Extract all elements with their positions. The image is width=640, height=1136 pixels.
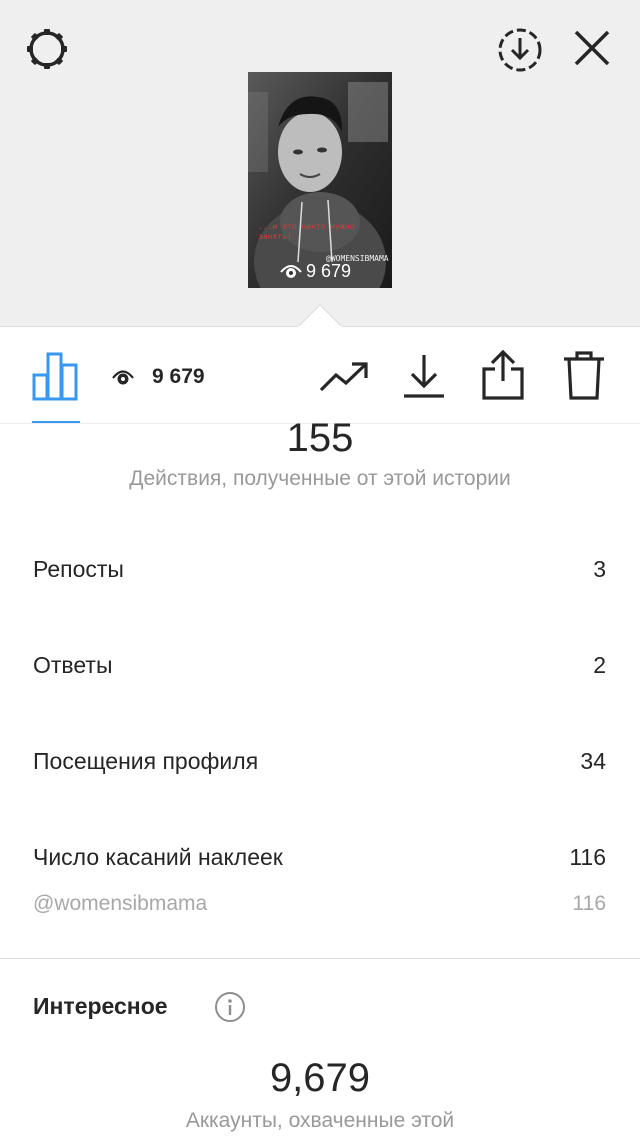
sticker-mention-label[interactable]: @womensibmama	[33, 892, 207, 916]
replies-value: 2	[593, 652, 606, 678]
section-divider	[0, 958, 640, 959]
story-preview-area: ...и это никто нужно занять! @WOMENSIBMA…	[0, 0, 640, 326]
info-icon[interactable]	[214, 991, 246, 1028]
reposts-label: Репосты	[33, 556, 124, 582]
gear-icon[interactable]	[22, 24, 72, 74]
story-thumbnail[interactable]: ...и это никто нужно занять! @WOMENSIBMA…	[248, 72, 392, 288]
story-caption: ...и это никто нужно занять!	[258, 222, 355, 241]
interactions-total: 155	[286, 416, 354, 460]
eye-icon	[280, 265, 302, 278]
views-summary: 9 679	[112, 364, 205, 390]
share-icon[interactable]	[480, 349, 526, 401]
close-icon[interactable]	[572, 28, 612, 68]
download-circle-icon[interactable]	[496, 26, 544, 74]
reposts-value: 3	[593, 556, 606, 582]
sticker-taps-label: Число касаний наклеек	[33, 844, 283, 870]
eye-icon	[112, 370, 134, 385]
replies-label: Ответы	[33, 652, 113, 678]
bar-chart-icon[interactable]	[32, 351, 80, 401]
panel-pointer	[298, 304, 342, 328]
trash-icon[interactable]	[562, 351, 606, 401]
interactions-caption: Действия, полученные от этой истории	[129, 467, 511, 490]
profile-visits-label: Посещения профиля	[33, 748, 259, 774]
discovery-title: Интересное	[33, 993, 168, 1019]
sticker-taps-value: 116	[569, 844, 606, 870]
profile-visits-value: 34	[580, 748, 606, 774]
trending-up-icon[interactable]	[318, 359, 370, 393]
story-views-count: 9 679	[306, 260, 352, 281]
story-tabbar: 9 679	[0, 327, 640, 423]
accounts-reached-caption: Аккаунты, охваченные этой	[185, 1109, 455, 1132]
story-views-overlay: 9 679	[280, 260, 351, 282]
views-count: 9 679	[152, 365, 205, 388]
accounts-reached-total: 9,679	[269, 1056, 371, 1100]
save-icon[interactable]	[402, 353, 446, 399]
sticker-mention-value: 116	[572, 892, 606, 915]
